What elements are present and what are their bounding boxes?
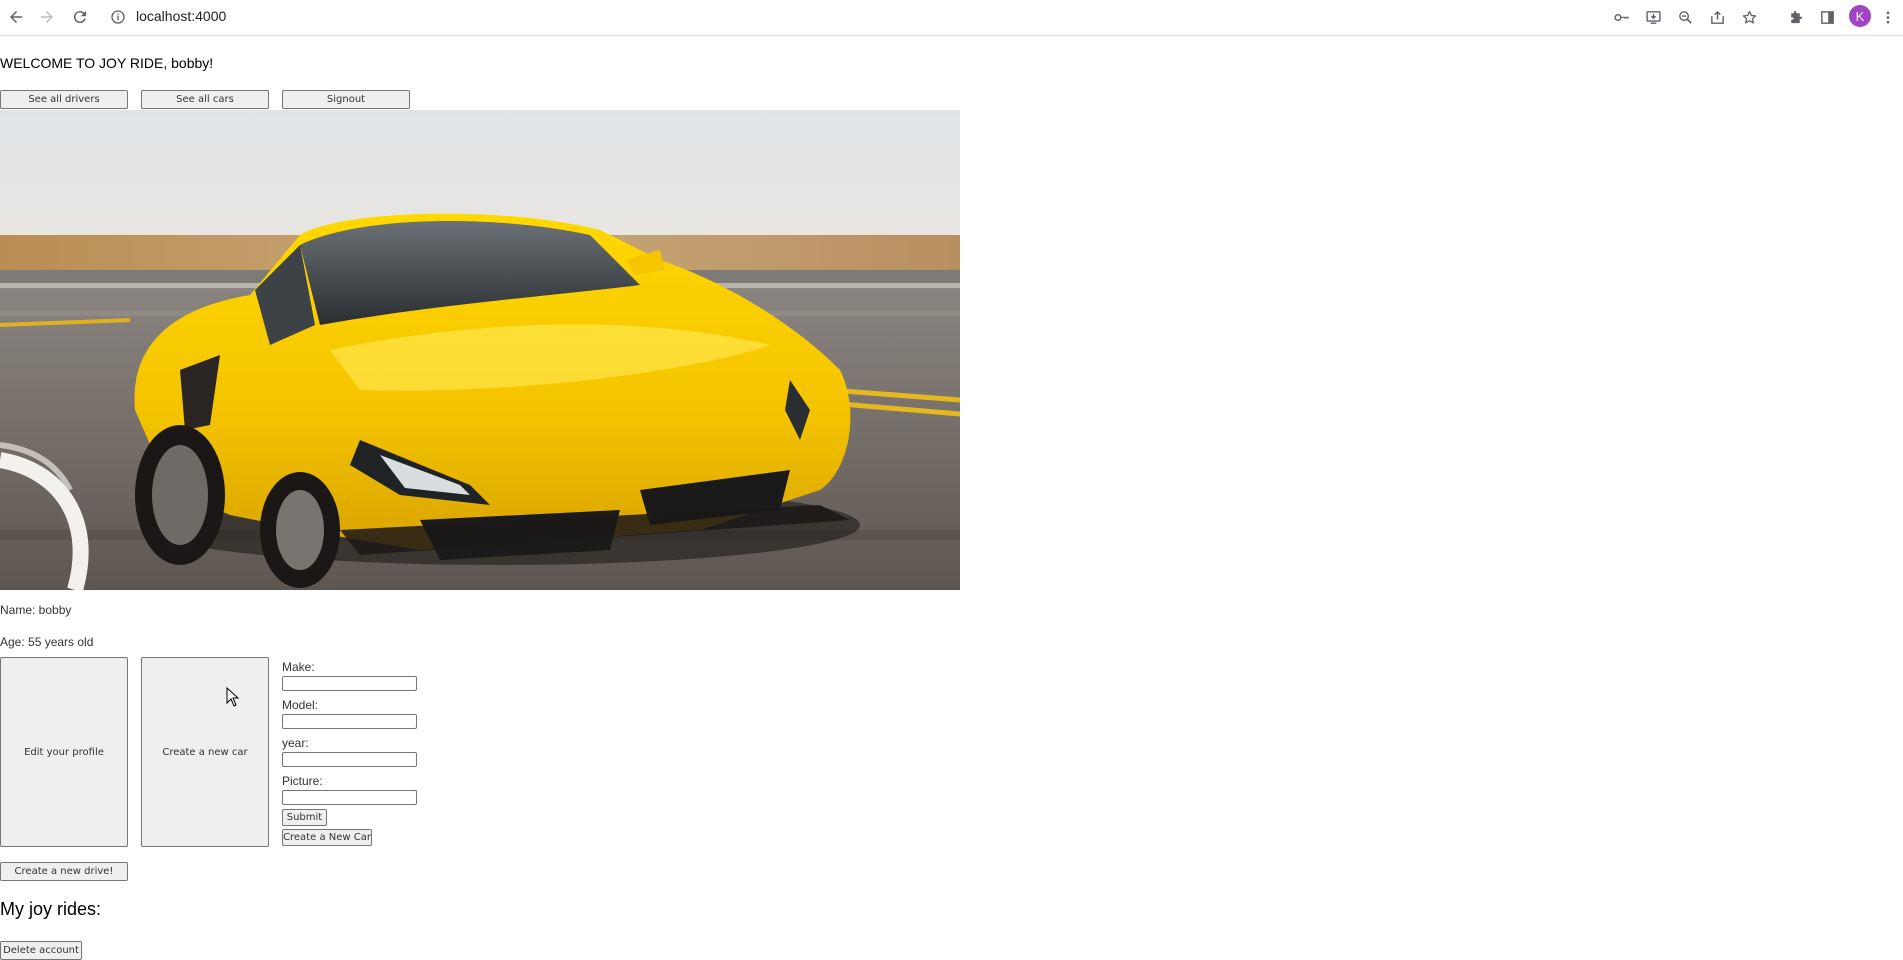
- profile-name: Name: bobby: [0, 603, 72, 617]
- key-icon[interactable]: [1610, 6, 1632, 28]
- create-new-car-button[interactable]: Create a New Car: [282, 829, 372, 846]
- see-all-drivers-button[interactable]: See all drivers: [0, 90, 128, 109]
- signout-button[interactable]: Signout: [282, 90, 410, 109]
- profile-avatar[interactable]: K: [1849, 5, 1871, 27]
- create-drive-button[interactable]: Create a new drive!: [0, 862, 128, 881]
- info-icon[interactable]: [110, 9, 126, 25]
- model-label: Model:: [282, 698, 319, 712]
- my-joy-rides-heading: My joy rides:: [0, 899, 102, 919]
- welcome-message: WELCOME TO JOY RIDE, bobby!: [0, 55, 214, 71]
- picture-label: Picture:: [282, 774, 323, 788]
- forward-arrow-icon[interactable]: [34, 4, 60, 30]
- year-input[interactable]: [282, 752, 417, 767]
- create-car-button[interactable]: Create a new car: [141, 657, 269, 847]
- share-icon[interactable]: [1706, 6, 1728, 28]
- make-input[interactable]: [282, 676, 417, 691]
- reload-icon[interactable]: [67, 4, 93, 30]
- extensions-icon[interactable]: [1784, 6, 1806, 28]
- see-all-cars-button[interactable]: See all cars: [141, 90, 269, 109]
- profile-age: Age: 55 years old: [0, 635, 94, 649]
- back-arrow-icon[interactable]: [3, 4, 29, 30]
- browser-toolbar: localhost:4000 K: [0, 0, 1903, 36]
- star-icon[interactable]: [1738, 6, 1760, 28]
- zoom-icon[interactable]: [1674, 6, 1696, 28]
- edit-profile-button[interactable]: Edit your profile: [0, 657, 128, 847]
- mouse-cursor-icon: [226, 686, 240, 707]
- address-bar-url[interactable]: localhost:4000: [136, 8, 226, 24]
- model-input[interactable]: [282, 714, 417, 729]
- submit-button[interactable]: Submit: [282, 809, 327, 826]
- page-content: WELCOME TO JOY RIDE, bobby! See all driv…: [0, 37, 1903, 960]
- delete-account-button[interactable]: Delete account: [0, 941, 82, 960]
- install-app-icon[interactable]: [1642, 6, 1664, 28]
- side-panel-icon[interactable]: [1816, 6, 1838, 28]
- year-label: year:: [282, 736, 309, 750]
- hero-car-image: [0, 110, 960, 590]
- make-label: Make:: [282, 660, 315, 674]
- more-menu-icon[interactable]: [1880, 6, 1896, 28]
- picture-input[interactable]: [282, 790, 417, 805]
